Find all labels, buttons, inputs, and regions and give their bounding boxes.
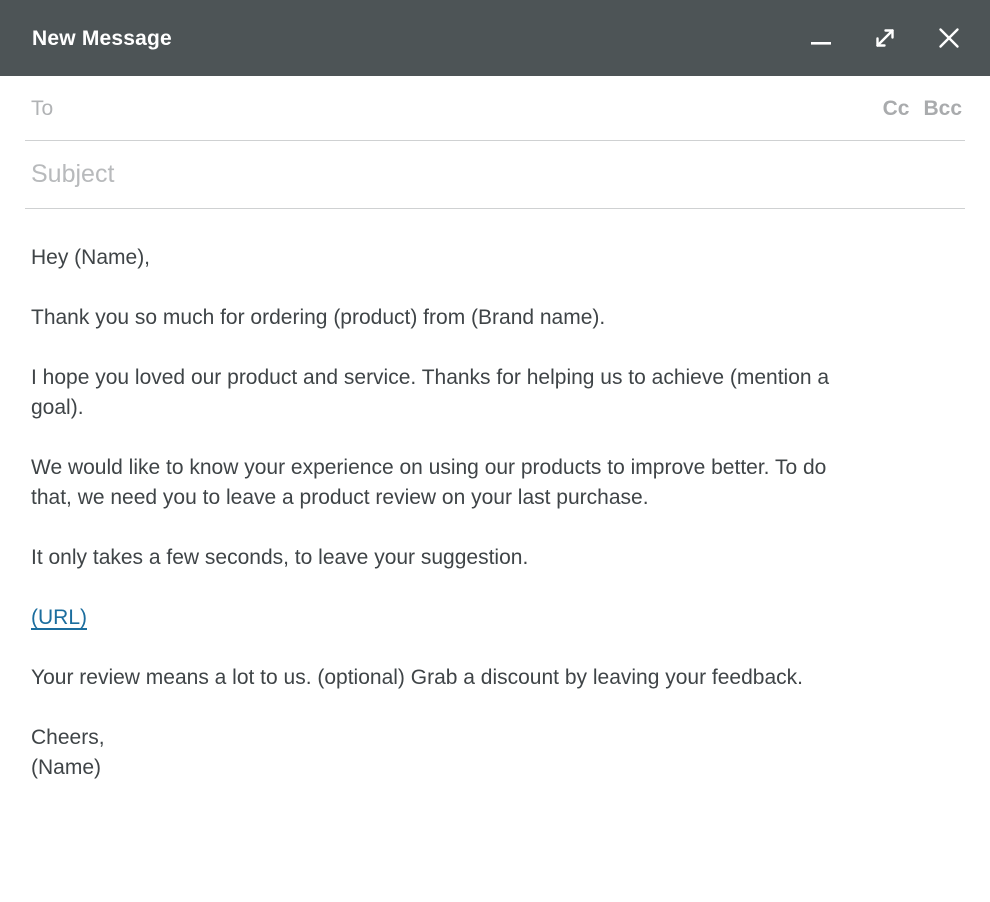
signature-closing: Cheers, (31, 723, 831, 753)
cc-button[interactable]: Cc (883, 98, 910, 119)
compose-titlebar: New Message (0, 0, 990, 76)
review-url-link[interactable]: (URL) (31, 606, 87, 629)
message-body[interactable]: Hey (Name), Thank you so much for orderi… (0, 209, 990, 783)
signature-block: Cheers, (Name) (31, 723, 831, 783)
page-title: New Message (32, 28, 172, 49)
to-input[interactable]: To (25, 98, 53, 119)
window-controls (802, 19, 968, 57)
body-paragraph: It only takes a few seconds, to leave yo… (31, 543, 831, 573)
minimize-button[interactable] (802, 19, 840, 57)
to-field-row[interactable]: To Cc Bcc (25, 76, 965, 141)
minimize-icon (808, 25, 834, 51)
body-paragraph: Thank you so much for ordering (product)… (31, 303, 831, 333)
body-link-paragraph: (URL) (31, 603, 831, 633)
compose-window: New Message (0, 0, 990, 902)
expand-icon (871, 24, 899, 52)
close-button[interactable] (930, 19, 968, 57)
body-paragraph: We would like to know your experience on… (31, 453, 831, 513)
body-paragraph: Your review means a lot to us. (optional… (31, 663, 831, 693)
body-paragraph: I hope you loved our product and service… (31, 363, 831, 423)
signature-name: (Name) (31, 753, 831, 783)
cc-bcc-group: Cc Bcc (883, 98, 965, 119)
expand-button[interactable] (866, 19, 904, 57)
bcc-button[interactable]: Bcc (923, 98, 962, 119)
close-icon (934, 23, 964, 53)
subject-input[interactable]: Subject (25, 162, 114, 187)
body-paragraph: Hey (Name), (31, 243, 831, 273)
subject-field-row[interactable]: Subject (25, 141, 965, 209)
